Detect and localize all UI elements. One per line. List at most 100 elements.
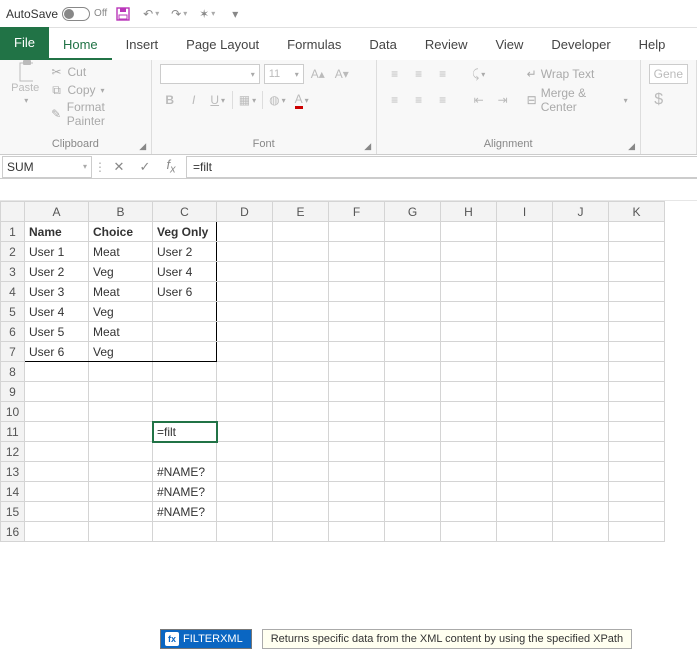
cell[interactable] bbox=[441, 342, 497, 362]
cell[interactable] bbox=[329, 382, 385, 402]
cell[interactable] bbox=[329, 442, 385, 462]
cell[interactable]: Choice bbox=[89, 222, 153, 242]
cell[interactable] bbox=[441, 282, 497, 302]
cell[interactable] bbox=[497, 282, 553, 302]
col-header-I[interactable]: I bbox=[497, 202, 553, 222]
cell[interactable]: User 3 bbox=[25, 282, 89, 302]
cell[interactable] bbox=[385, 482, 441, 502]
cell[interactable] bbox=[329, 522, 385, 542]
cell[interactable] bbox=[497, 262, 553, 282]
cell[interactable] bbox=[441, 382, 497, 402]
tab-home[interactable]: Home bbox=[49, 31, 112, 60]
cell[interactable] bbox=[385, 422, 441, 442]
cell[interactable] bbox=[89, 522, 153, 542]
col-header-D[interactable]: D bbox=[217, 202, 273, 222]
row-header[interactable]: 4 bbox=[1, 282, 25, 302]
cell[interactable]: User 2 bbox=[153, 242, 217, 262]
cell[interactable] bbox=[153, 362, 217, 382]
autocomplete-item[interactable]: fx FILTERXML bbox=[160, 629, 252, 649]
increase-font-button[interactable]: A▴ bbox=[308, 64, 328, 84]
cell[interactable] bbox=[217, 442, 273, 462]
cell[interactable] bbox=[89, 362, 153, 382]
cell[interactable] bbox=[497, 402, 553, 422]
cell[interactable] bbox=[441, 262, 497, 282]
cell[interactable] bbox=[553, 482, 609, 502]
cell[interactable] bbox=[441, 322, 497, 342]
cell[interactable] bbox=[273, 342, 329, 362]
col-header-B[interactable]: B bbox=[89, 202, 153, 222]
cell[interactable]: User 2 bbox=[25, 262, 89, 282]
cell[interactable] bbox=[553, 322, 609, 342]
cell[interactable] bbox=[217, 382, 273, 402]
number-format-select[interactable]: Gene bbox=[649, 64, 688, 84]
cell[interactable] bbox=[385, 442, 441, 462]
row-header[interactable]: 13 bbox=[1, 462, 25, 482]
cell[interactable] bbox=[609, 442, 665, 462]
cell[interactable] bbox=[553, 502, 609, 522]
cell[interactable] bbox=[385, 222, 441, 242]
cell[interactable] bbox=[273, 502, 329, 522]
cell[interactable]: Meat bbox=[89, 242, 153, 262]
col-header-G[interactable]: G bbox=[385, 202, 441, 222]
cell[interactable] bbox=[217, 362, 273, 382]
cell[interactable] bbox=[609, 362, 665, 382]
cell[interactable] bbox=[553, 222, 609, 242]
undo-button[interactable]: ↶▾ bbox=[139, 3, 163, 25]
cell[interactable] bbox=[329, 222, 385, 242]
cell[interactable] bbox=[25, 402, 89, 422]
tab-file[interactable]: File bbox=[0, 27, 49, 60]
cell[interactable] bbox=[89, 402, 153, 422]
row-header[interactable]: 14 bbox=[1, 482, 25, 502]
row-header[interactable]: 2 bbox=[1, 242, 25, 262]
row-header[interactable]: 6 bbox=[1, 322, 25, 342]
fill-color-button[interactable]: ◍▾ bbox=[267, 90, 288, 110]
cell[interactable] bbox=[385, 402, 441, 422]
cell[interactable] bbox=[153, 382, 217, 402]
decrease-indent-button[interactable]: ⇤ bbox=[469, 90, 489, 110]
cell[interactable] bbox=[609, 342, 665, 362]
cell[interactable]: Veg bbox=[89, 302, 153, 322]
cell[interactable] bbox=[217, 282, 273, 302]
cell[interactable] bbox=[441, 462, 497, 482]
cell[interactable] bbox=[153, 302, 217, 322]
underline-button[interactable]: U▾ bbox=[208, 90, 228, 110]
cell[interactable] bbox=[553, 362, 609, 382]
cell[interactable] bbox=[553, 282, 609, 302]
cell[interactable] bbox=[329, 502, 385, 522]
tab-page-layout[interactable]: Page Layout bbox=[172, 31, 273, 60]
cell[interactable] bbox=[329, 282, 385, 302]
cell[interactable] bbox=[441, 502, 497, 522]
cell[interactable] bbox=[497, 522, 553, 542]
cell[interactable] bbox=[273, 462, 329, 482]
cell[interactable] bbox=[609, 482, 665, 502]
cell[interactable] bbox=[273, 422, 329, 442]
dialog-launcher[interactable]: ◢ bbox=[626, 140, 638, 152]
cell[interactable] bbox=[25, 482, 89, 502]
cell[interactable] bbox=[385, 522, 441, 542]
cell[interactable] bbox=[89, 382, 153, 402]
cell[interactable]: User 6 bbox=[153, 282, 217, 302]
align-middle-button[interactable]: ≡ bbox=[409, 64, 429, 84]
cut-button[interactable]: ✂Cut bbox=[48, 64, 142, 80]
row-header[interactable]: 9 bbox=[1, 382, 25, 402]
cell[interactable] bbox=[273, 322, 329, 342]
increase-indent-button[interactable]: ⇥ bbox=[493, 90, 513, 110]
cell[interactable] bbox=[89, 422, 153, 442]
cell[interactable] bbox=[273, 442, 329, 462]
cell[interactable] bbox=[385, 302, 441, 322]
cell[interactable]: User 4 bbox=[153, 262, 217, 282]
tab-view[interactable]: View bbox=[481, 31, 537, 60]
cell[interactable] bbox=[497, 222, 553, 242]
cell[interactable] bbox=[441, 362, 497, 382]
format-painter-button[interactable]: ✎Format Painter bbox=[48, 100, 142, 128]
align-left-button[interactable]: ≡ bbox=[385, 90, 405, 110]
cell[interactable] bbox=[497, 482, 553, 502]
cell[interactable] bbox=[329, 242, 385, 262]
cell[interactable] bbox=[385, 322, 441, 342]
save-button[interactable] bbox=[111, 3, 135, 25]
cell[interactable] bbox=[25, 522, 89, 542]
cell[interactable] bbox=[89, 442, 153, 462]
cell[interactable] bbox=[273, 262, 329, 282]
tab-data[interactable]: Data bbox=[355, 31, 410, 60]
cell[interactable] bbox=[153, 442, 217, 462]
